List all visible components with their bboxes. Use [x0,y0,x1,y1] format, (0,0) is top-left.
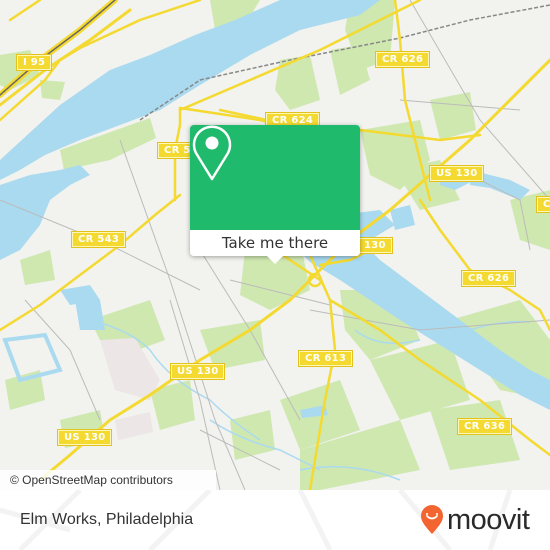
road-label-cr613: CR 613 [299,351,353,366]
road-label-us130: US 130 [58,430,112,445]
moovit-logo[interactable]: moovit [420,504,530,536]
moovit-smile-pin-icon [421,505,443,534]
map-attribution[interactable]: © OpenStreetMap contributors [0,470,216,490]
take-me-there-button[interactable]: Take me there [190,230,360,256]
road-label-cr: CR [537,197,550,212]
road-label-i95: I 95 [17,55,52,70]
map-canvas[interactable]: I 95 CR 626 CR 624 CR 543 US 130 CR CR 5… [0,0,550,490]
road-label-cr626: CR 626 [376,52,430,67]
road-label-us130: US 130 [430,166,484,181]
popup-header [190,125,360,230]
road-label-cr626: CR 626 [462,271,516,286]
popup-pointer [267,256,283,264]
road-label-cr636: CR 636 [458,419,512,434]
map-pin-icon [192,125,232,181]
logo-text: moovit [447,504,530,536]
road-label-us130: 130 [358,238,392,253]
road-label-us130: US 130 [171,364,225,379]
location-popup[interactable]: Take me there [190,125,360,264]
footer-bar: Elm Works, Philadelphia moovit [0,490,550,550]
road-label-cr543: CR 543 [72,232,126,247]
place-name: Elm Works, Philadelphia [20,511,194,528]
